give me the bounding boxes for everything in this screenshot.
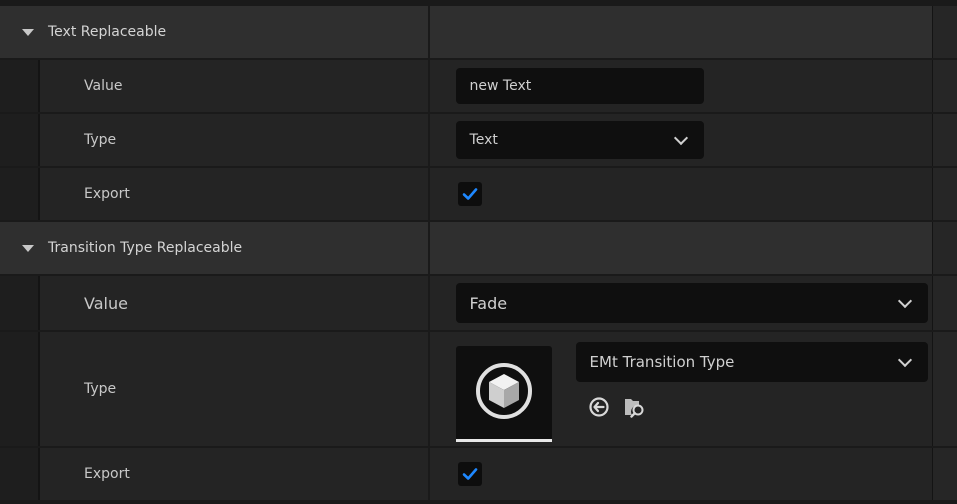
checkmark-icon — [462, 468, 477, 480]
class-type-dropdown[interactable]: EMt Transition Type — [575, 342, 928, 382]
property-label-type: Type — [84, 381, 117, 397]
indent-bar — [0, 276, 40, 330]
property-row-value: Value Fade — [0, 276, 957, 330]
property-value-cell: Fade — [429, 276, 933, 330]
property-label-type: Type — [84, 132, 117, 148]
row-gutter — [932, 222, 957, 274]
row-gutter — [932, 276, 957, 330]
property-value-cell: Text — [429, 114, 933, 166]
property-row-export: Export — [0, 448, 957, 500]
property-name-cell: Type — [0, 114, 430, 166]
category-value-cell — [429, 222, 933, 274]
checkmark-icon — [462, 188, 477, 200]
property-name-cell: Value — [0, 60, 430, 112]
indent-bar — [0, 114, 40, 166]
property-label-value: Value — [84, 78, 123, 94]
chevron-down-icon — [897, 293, 912, 309]
property-value-cell — [429, 168, 933, 220]
property-row-type: Type EMt Transition Type — [0, 332, 957, 446]
row-gutter — [932, 168, 957, 220]
row-gutter — [932, 60, 957, 112]
property-value-cell: new Text — [429, 60, 933, 112]
category-header-text-replaceable[interactable]: Text Replaceable — [0, 6, 957, 58]
indent-bar — [0, 332, 40, 446]
property-name-cell: Export — [0, 448, 430, 500]
category-value-cell — [429, 6, 933, 58]
property-name-cell: Type — [0, 332, 430, 446]
collapse-arrow-icon[interactable] — [22, 28, 34, 36]
property-name-cell: Export — [0, 168, 430, 220]
indent-bar — [0, 448, 40, 500]
property-label-value: Value — [84, 293, 128, 313]
cube-icon — [475, 363, 532, 419]
thumbnail-underline — [455, 439, 552, 442]
property-value-cell — [429, 448, 933, 500]
details-panel: Text Replaceable Value new Text Type Tex… — [0, 0, 957, 504]
type-dropdown-value: Text — [469, 132, 498, 148]
category-label: Transition Type Replaceable — [48, 240, 243, 256]
property-value-cell: EMt Transition Type — [429, 332, 933, 446]
transition-value-dropdown[interactable]: Fade — [455, 283, 928, 323]
category-label: Text Replaceable — [48, 24, 167, 40]
row-gutter — [932, 332, 957, 446]
category-name-cell: Text Replaceable — [0, 6, 430, 58]
text-value-input[interactable]: new Text — [455, 68, 704, 104]
row-gutter — [932, 6, 957, 58]
row-gutter — [932, 114, 957, 166]
collapse-arrow-icon[interactable] — [22, 244, 34, 252]
type-dropdown[interactable]: Text — [455, 121, 704, 159]
asset-thumbnail[interactable] — [455, 346, 552, 442]
transition-value: Fade — [469, 293, 508, 313]
property-name-cell: Value — [0, 276, 430, 330]
chevron-down-icon — [897, 352, 912, 368]
indent-bar — [0, 168, 40, 220]
property-row-export: Export — [0, 168, 957, 220]
indent-bar — [0, 60, 40, 112]
property-row-value: Value new Text — [0, 60, 957, 112]
use-selected-arrow-icon[interactable] — [588, 396, 610, 422]
property-label-export: Export — [84, 186, 130, 202]
export-checkbox[interactable] — [457, 182, 482, 206]
category-name-cell: Transition Type Replaceable — [0, 222, 430, 274]
property-label-export: Export — [84, 466, 130, 482]
category-header-transition-type-replaceable[interactable]: Transition Type Replaceable — [0, 222, 957, 274]
row-gutter — [932, 448, 957, 500]
class-type-value: EMt Transition Type — [589, 353, 735, 371]
property-row-type: Type Text — [0, 114, 957, 166]
export-checkbox[interactable] — [457, 462, 482, 486]
chevron-down-icon — [673, 130, 688, 146]
text-value: new Text — [469, 78, 532, 94]
browse-folder-icon[interactable] — [622, 394, 648, 424]
